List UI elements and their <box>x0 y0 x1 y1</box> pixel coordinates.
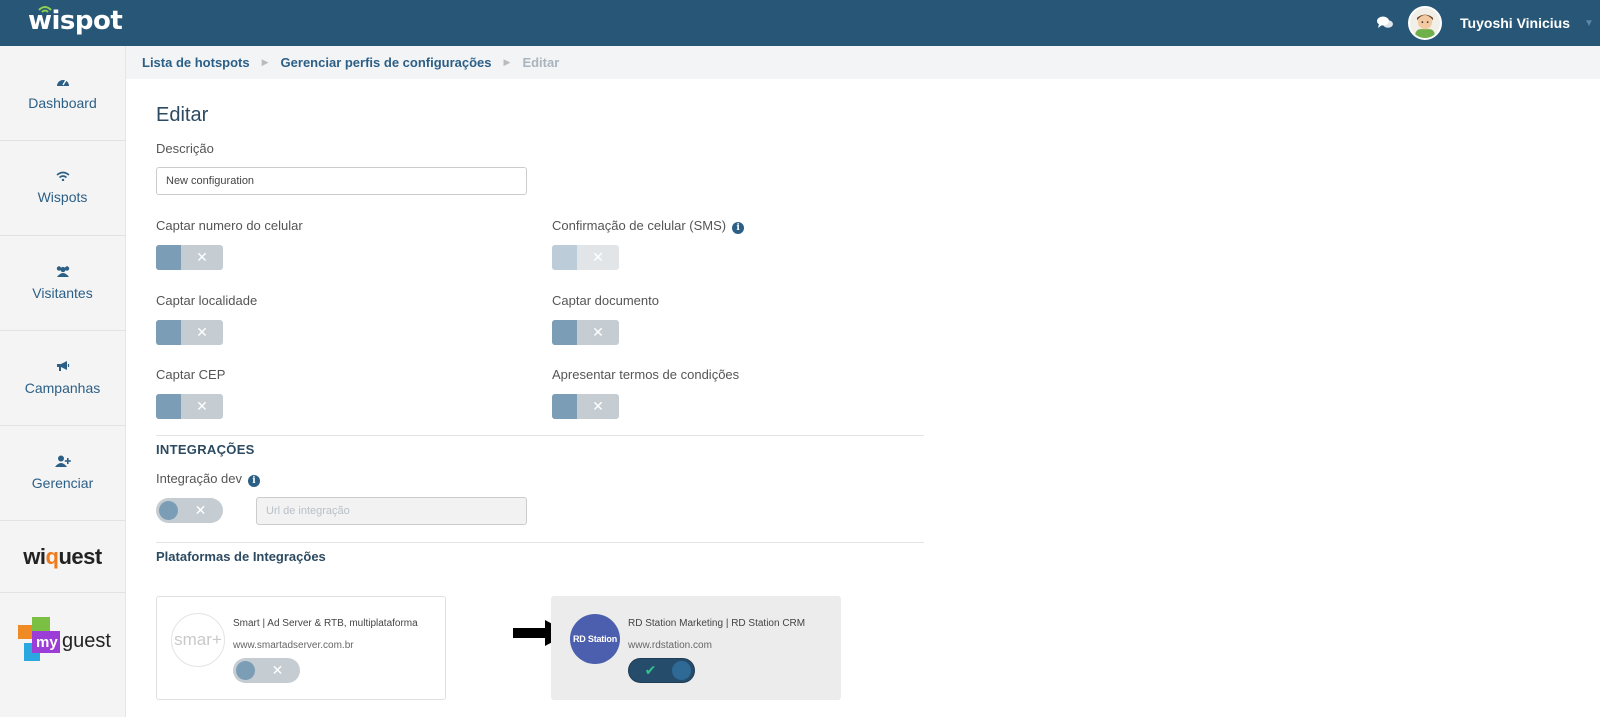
close-icon: ✕ <box>196 398 208 414</box>
breadcrumb-perfis[interactable]: Gerenciar perfis de configurações <box>281 55 492 70</box>
termos-label: Apresentar termos de condições <box>552 367 740 382</box>
wiquest-logo[interactable]: wiquest <box>0 521 125 593</box>
descricao-label: Descrição <box>156 141 214 156</box>
sidebar-item-gerenciar[interactable]: Gerenciar <box>0 426 125 521</box>
rdstation-toggle[interactable]: ✔ <box>628 658 695 683</box>
sidebar-item-campanhas[interactable]: Campanhas <box>0 331 125 426</box>
wiquest-logo-text-a: wi <box>23 543 46 569</box>
breadcrumb-hotspots[interactable]: Lista de hotspots <box>142 55 250 70</box>
captar-cep-label: Captar CEP <box>156 367 226 382</box>
divider <box>156 542 924 543</box>
toggle-knob <box>159 501 178 520</box>
sidebar: Dashboard Wispots Visitantes Campanhas G… <box>0 46 126 717</box>
captar-localidade-toggle[interactable]: ✕ <box>156 320 223 345</box>
sidebar-item-wispots[interactable]: Wispots <box>0 141 125 236</box>
rdstation-logo-text: RD Station <box>573 634 617 644</box>
toggle-knob <box>552 245 577 270</box>
megaphone-icon <box>56 361 69 371</box>
breadcrumb: Lista de hotspots ▶ Gerenciar perfis de … <box>126 46 1600 79</box>
page-title: Editar <box>156 104 209 126</box>
avatar-image <box>1410 8 1441 38</box>
descricao-input[interactable]: New configuration <box>156 167 527 195</box>
integracoes-title: INTEGRAÇÕES <box>156 442 255 457</box>
termos-toggle[interactable]: ✕ <box>552 394 619 419</box>
smart-logo: smar+ <box>171 613 225 667</box>
breadcrumb-separator-icon: ▶ <box>261 57 269 67</box>
smart-logo-text: smar+ <box>174 630 222 649</box>
user-name[interactable]: Tuyoshi Vinicius <box>1460 15 1570 31</box>
confirmacao-sms-label: Confirmação de celular (SMS) i <box>552 218 745 234</box>
toggle-knob <box>156 320 181 345</box>
myguest-logo-text-guest: guest <box>62 630 111 652</box>
top-bar: wispot Tuyoshi Vinicius ▼ <box>0 0 1600 46</box>
check-icon: ✔ <box>644 662 657 678</box>
sidebar-item-label: Campanhas <box>24 380 101 396</box>
confirmacao-sms-toggle[interactable]: ✕ <box>552 245 619 270</box>
toggle-knob <box>156 245 181 270</box>
info-icon[interactable]: i <box>732 222 745 234</box>
integracao-dev-toggle[interactable]: ✕ <box>156 498 223 523</box>
platform-url[interactable]: www.rdstation.com <box>628 640 712 651</box>
plataformas-title: Plataformas de Integrações <box>156 549 326 564</box>
info-icon[interactable]: i <box>248 475 261 487</box>
captar-celular-toggle[interactable]: ✕ <box>156 245 223 270</box>
sidebar-item-label: Dashboard <box>28 94 97 111</box>
sidebar-item-label: Wispots <box>37 189 88 205</box>
sidebar-item-label: Visitantes <box>32 285 93 301</box>
chat-icon[interactable] <box>1376 15 1394 31</box>
close-icon: ✕ <box>592 324 604 340</box>
toggle-knob <box>552 320 577 345</box>
platform-card-smart[interactable]: smar+ Smart | Ad Server & RTB, multiplat… <box>156 596 446 700</box>
confirmacao-sms-text: Confirmação de celular (SMS) <box>552 218 727 233</box>
sidebar-item-visitantes[interactable]: Visitantes <box>0 236 125 331</box>
url-integracao-input[interactable]: Url de integração <box>256 497 527 525</box>
platform-url[interactable]: www.smartadserver.com.br <box>233 640 354 651</box>
smart-toggle[interactable]: ✕ <box>233 658 300 683</box>
wiquest-logo-text-c: uest <box>58 543 102 569</box>
close-icon: ✕ <box>196 324 208 340</box>
close-icon: ✕ <box>271 662 284 678</box>
logo-wifi-icon <box>38 6 52 13</box>
avatar[interactable] <box>1408 6 1443 40</box>
sidebar-item-dashboard[interactable]: Dashboard <box>0 46 125 141</box>
close-icon: ✕ <box>592 398 604 414</box>
user-plus-icon <box>54 455 71 467</box>
captar-documento-toggle[interactable]: ✕ <box>552 320 619 345</box>
dashboard-icon <box>56 79 69 86</box>
captar-cep-toggle[interactable]: ✕ <box>156 394 223 419</box>
myguest-logo[interactable]: my guest <box>0 593 125 693</box>
wiquest-logo-text-b: q <box>45 543 59 569</box>
toggle-knob <box>672 661 691 680</box>
users-icon <box>56 266 69 277</box>
breadcrumb-separator-icon: ▶ <box>503 57 511 67</box>
close-icon: ✕ <box>592 249 604 265</box>
sidebar-item-label: Gerenciar <box>31 475 94 491</box>
wifi-icon <box>55 171 70 181</box>
captar-celular-label: Captar numero do celular <box>156 218 303 233</box>
myguest-logo-text-my: my <box>36 634 58 651</box>
captar-documento-label: Captar documento <box>552 293 659 308</box>
toggle-knob <box>236 661 255 680</box>
breadcrumb-current: Editar <box>522 55 560 70</box>
platform-name: Smart | Ad Server & RTB, multiplataforma <box>233 618 418 629</box>
integracao-dev-text: Integração dev <box>156 471 243 486</box>
rdstation-logo: RD Station <box>570 614 620 664</box>
close-icon: ✕ <box>194 502 207 518</box>
platform-card-rdstation[interactable]: RD Station RD Station Marketing | RD Sta… <box>551 596 841 700</box>
toggle-knob <box>552 394 577 419</box>
platform-name: RD Station Marketing | RD Station CRM <box>628 618 806 629</box>
captar-localidade-label: Captar localidade <box>156 293 258 308</box>
toggle-knob <box>156 394 181 419</box>
integracao-dev-label: Integração dev i <box>156 471 261 487</box>
close-icon: ✕ <box>196 249 208 265</box>
chevron-down-icon[interactable]: ▼ <box>1578 18 1600 29</box>
divider <box>156 435 924 436</box>
